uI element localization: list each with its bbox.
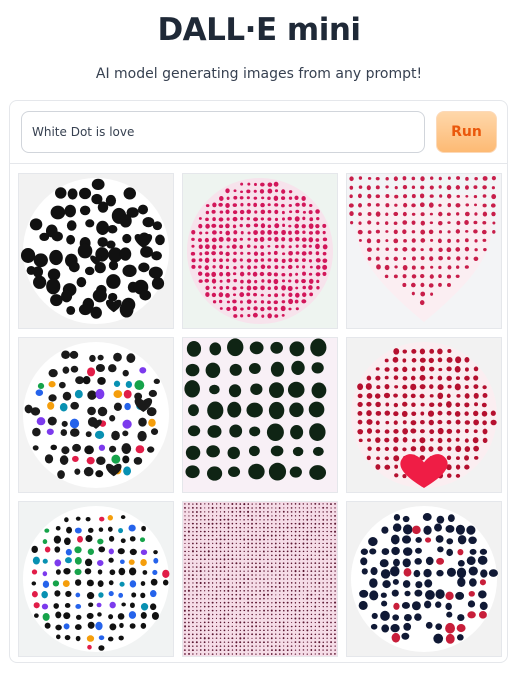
red-dots-circle-heart-icon: [347, 338, 501, 492]
prompt-input[interactable]: [21, 111, 425, 153]
red-dots-heart-icon: [347, 174, 501, 328]
app-title: DALL·E mini: [157, 12, 361, 48]
generated-image-2[interactable]: [182, 173, 338, 329]
rainbow-dots-circle-icon: [19, 502, 173, 656]
dark-green-dots-pattern-icon: [183, 338, 337, 492]
generated-image-1[interactable]: [18, 173, 174, 329]
generated-image-7[interactable]: [18, 501, 174, 657]
image-gallery: [18, 173, 502, 657]
generated-image-4[interactable]: [18, 337, 174, 493]
pink-dots-circle-icon: [183, 174, 337, 328]
app-subtitle: AI model generating images from any prom…: [95, 66, 423, 82]
generated-image-3[interactable]: [346, 173, 502, 329]
navy-red-dots-circle-icon: [347, 502, 501, 656]
run-button[interactable]: Run: [436, 111, 497, 153]
black-dots-circle-icon: [19, 174, 173, 328]
main-panel: Run: [9, 100, 508, 663]
prompt-row: Run: [10, 101, 507, 164]
generated-image-6[interactable]: [346, 337, 502, 493]
generated-image-9[interactable]: [346, 501, 502, 657]
multicolor-dots-circle-icon: [19, 338, 173, 492]
generated-image-8[interactable]: [182, 501, 338, 657]
generated-image-5[interactable]: [182, 337, 338, 493]
pink-grid-pattern-icon: [183, 502, 337, 656]
